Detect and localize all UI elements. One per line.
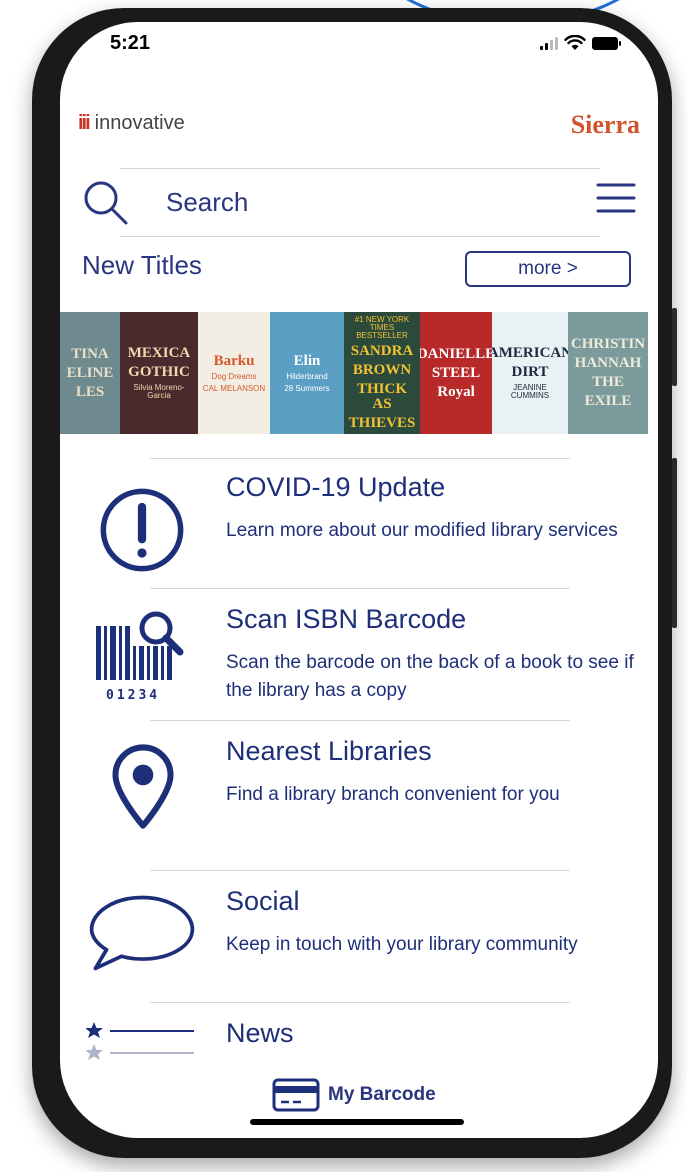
- barcode-digits: 01234: [106, 688, 161, 703]
- menu-divider: [150, 458, 570, 459]
- logo-text: innovative: [94, 112, 185, 134]
- search-label[interactable]: Search: [166, 187, 248, 218]
- book-cover-text: AMERICAN: [492, 345, 568, 361]
- menu-item-title: Nearest Libraries: [226, 736, 432, 766]
- book-cover[interactable]: #1 NEW YORK TIMES BESTSELLER SANDRA BROWN T…: [344, 312, 420, 434]
- book-cover-text: Royal: [437, 383, 475, 400]
- location-pin-icon: [112, 744, 174, 829]
- menu-divider: [150, 588, 570, 589]
- menu-item-description: Find a library branch convenient for you: [226, 784, 560, 805]
- book-cover-text: Dog Dreams: [211, 371, 257, 381]
- book-cover-text: DIRT: [511, 364, 549, 380]
- alert-circle-icon: [100, 488, 184, 572]
- book-cover[interactable]: CHRISTIN HANNAH THE EXILE: [568, 312, 648, 434]
- status-icons: [540, 35, 621, 51]
- book-cover-text: EXILE: [584, 393, 632, 409]
- book-cover-text: Silvia Moreno-Garcia: [133, 383, 185, 400]
- menu-item-nearest-libraries[interactable]: Nearest Libraries Find a library branch …: [60, 736, 658, 856]
- bottom-bar: My Barcode: [60, 1072, 658, 1112]
- search-icon[interactable]: [82, 179, 128, 225]
- sierra-brand: Sierra: [570, 110, 640, 139]
- menu-item-title: News: [226, 1018, 294, 1048]
- menu-item-description: Learn more about our modified library se…: [226, 520, 618, 541]
- menu-item-covid-update[interactable]: COVID-19 Update Learn more about our mod…: [60, 472, 658, 592]
- more-titles-button[interactable]: more >: [465, 251, 631, 287]
- my-barcode-label[interactable]: My Barcode: [328, 1084, 436, 1106]
- logo-mark: iii: [78, 112, 91, 134]
- book-cover-text: THICK AS: [356, 380, 407, 412]
- hamburger-menu-icon[interactable]: [596, 181, 636, 215]
- book-cover-text: #1 NEW YORK TIMES BESTSELLER: [354, 314, 410, 340]
- home-indicator[interactable]: [250, 1119, 464, 1125]
- power-button: [672, 308, 677, 386]
- header-divider: [120, 168, 600, 169]
- book-cover-text: DANIELLE: [420, 345, 492, 362]
- news-list-icon: [86, 1022, 194, 1060]
- card-icon: [272, 1078, 320, 1112]
- battery-icon: [592, 36, 621, 50]
- innovative-logo: iii innovative: [78, 112, 185, 135]
- book-cover-text: Hilderbrand: [286, 371, 328, 381]
- book-cover-text: STEEL: [431, 364, 481, 381]
- menu-item-title: COVID-19 Update: [226, 472, 446, 502]
- menu-item-title: Social: [226, 886, 300, 916]
- book-cover-text: Barku: [213, 352, 255, 369]
- search-bar[interactable]: Search: [82, 177, 638, 227]
- menu-item-social[interactable]: Social Keep in touch with your library c…: [60, 886, 658, 1006]
- menu-item-description: Scan the barcode on the back of a book t…: [226, 652, 634, 701]
- status-time: 5:21: [110, 32, 151, 54]
- book-cover-text: LES: [75, 383, 105, 400]
- wifi-icon: [564, 35, 586, 50]
- book-cover-text: TINA: [71, 345, 109, 362]
- book-cover-text: GOTHIC: [128, 364, 190, 380]
- search-divider: [120, 236, 600, 237]
- menu-item-title: Scan ISBN Barcode: [226, 604, 467, 634]
- book-cover-text: ELINE: [66, 364, 114, 381]
- book-cover-text: SANDRA: [350, 342, 414, 359]
- book-cover[interactable]: Elin Hilderbrand 28 Summers: [270, 312, 344, 434]
- menu-item-description: Keep in touch with your library communit…: [226, 934, 578, 955]
- speech-bubble-icon: [89, 895, 195, 971]
- book-cover-text: CAL MELANSON: [202, 383, 266, 393]
- menu-divider: [150, 870, 570, 871]
- book-cover[interactable]: AMERICAN DIRT JEANINE CUMMINS: [492, 312, 568, 434]
- cellular-signal-icon: [540, 36, 558, 50]
- app-header: iii innovative Sierra: [78, 110, 640, 142]
- new-titles-carousel[interactable]: TINA ELINE LES MEXICA GOTHIC Silvia Moreno-Ga…: [60, 312, 658, 434]
- volume-button: [672, 458, 677, 628]
- book-cover-text: THIEVES: [348, 414, 416, 431]
- book-cover-text: Elin: [293, 352, 321, 369]
- book-cover[interactable]: Barku Dog Dreams CAL MELANSON: [198, 312, 270, 434]
- menu-divider: [150, 1002, 570, 1003]
- book-cover-text: THE: [592, 374, 624, 390]
- new-titles-heading: New Titles: [82, 250, 202, 280]
- status-bar: 5:21: [60, 22, 658, 72]
- my-barcode-button[interactable]: My Barcode: [272, 1078, 436, 1112]
- app-screen: 5:21 iii innovative Sierra Search New Ti…: [60, 22, 658, 1138]
- book-cover[interactable]: MEXICA GOTHIC Silvia Moreno-Garcia: [120, 312, 198, 434]
- book-cover-text: JEANINE CUMMINS: [510, 383, 550, 400]
- book-cover-text: BROWN: [352, 361, 412, 378]
- menu-divider: [150, 720, 570, 721]
- book-cover[interactable]: DANIELLE STEEL Royal: [420, 312, 492, 434]
- menu-item-scan-isbn[interactable]: 01234 Scan ISBN Barcode Scan the barcode…: [60, 604, 658, 724]
- book-cover-text: HANNAH: [574, 355, 642, 371]
- book-cover-text: MEXICA: [127, 345, 191, 361]
- book-cover[interactable]: TINA ELINE LES: [60, 312, 120, 434]
- book-cover-text: 28 Summers: [284, 383, 330, 393]
- book-cover-text: CHRISTIN: [570, 336, 646, 352]
